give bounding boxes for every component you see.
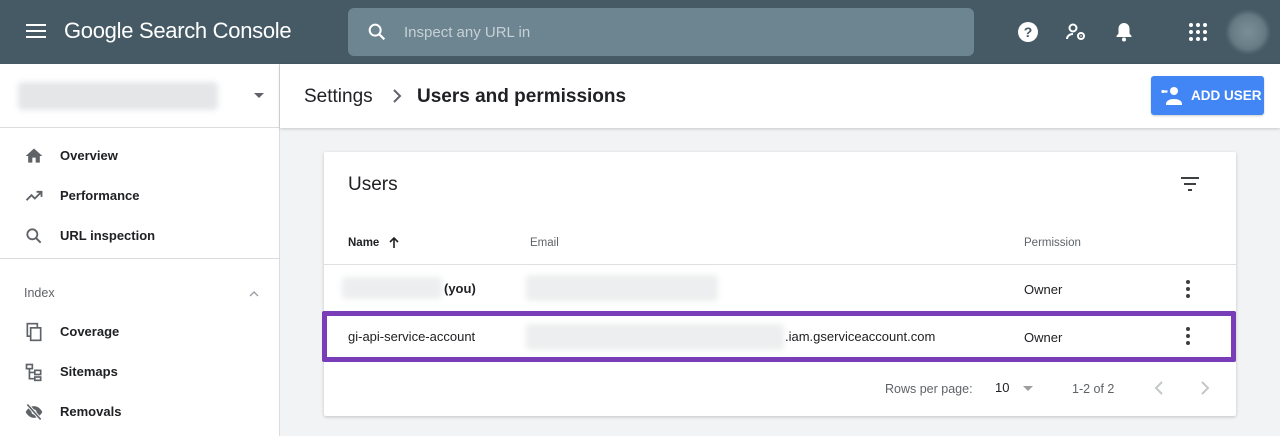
property-selector[interactable] <box>0 64 279 128</box>
more-vert-icon[interactable] <box>1178 324 1198 348</box>
chevron-left-icon[interactable] <box>1150 378 1170 398</box>
permission-cell: Owner <box>1024 330 1063 345</box>
breadcrumb-settings[interactable]: Settings <box>304 86 373 108</box>
row-divider <box>324 361 1236 362</box>
trending-up-icon <box>25 190 43 201</box>
sidebar-item-label: Overview <box>60 148 118 163</box>
apps-grid-icon[interactable] <box>1186 20 1210 44</box>
section-heading-index: Index <box>24 286 55 300</box>
search-input[interactable] <box>404 8 964 56</box>
row-divider <box>324 312 1236 313</box>
email-redacted <box>526 275 718 301</box>
chevron-down-icon <box>254 93 264 98</box>
rows-per-page-label: Rows per page: <box>885 382 973 396</box>
card-title: Users <box>348 174 398 195</box>
help-icon[interactable]: ? <box>1016 20 1040 44</box>
notifications-icon[interactable] <box>1112 20 1136 44</box>
chevron-right-icon[interactable] <box>1194 378 1214 398</box>
email-redacted <box>526 324 784 350</box>
person-add-icon <box>1161 87 1182 105</box>
search-icon <box>26 228 42 244</box>
search-bar[interactable] <box>348 8 974 56</box>
sidebar-item-removals[interactable]: Removals <box>0 392 279 432</box>
sidebar-item-sitemaps[interactable]: Sitemaps <box>0 352 279 392</box>
dropdown-arrow-icon <box>1023 386 1033 391</box>
menu-icon[interactable] <box>24 20 48 44</box>
sidebar-divider <box>0 258 279 259</box>
sidebar-item-label: Removals <box>60 404 122 419</box>
property-name-redacted <box>18 82 218 110</box>
filter-icon[interactable] <box>1178 172 1202 196</box>
manage-accounts-icon[interactable] <box>1064 20 1088 44</box>
rows-per-page-value: 10 <box>995 380 1010 395</box>
sidebar: Overview Performance URL inspection Inde… <box>0 64 280 436</box>
chevron-right-icon <box>393 89 402 103</box>
rows-per-page-select[interactable]: 10 <box>992 380 1040 400</box>
home-icon <box>25 148 43 163</box>
sidebar-item-url-inspection[interactable]: URL inspection <box>0 216 279 256</box>
sidebar-item-label: Coverage <box>60 324 120 339</box>
column-header-email: Email <box>530 237 559 249</box>
user-you-label: (you) <box>444 281 476 296</box>
user-name-cell: gi-api-service-account <box>348 329 476 344</box>
removals-icon <box>25 403 43 421</box>
search-icon <box>368 23 386 41</box>
sidebar-item-overview[interactable]: Overview <box>0 136 279 176</box>
permission-cell: Owner <box>1024 282 1063 297</box>
sidebar-item-label: Performance <box>60 188 140 203</box>
column-header-permission: Permission <box>1024 237 1081 249</box>
sidebar-item-coverage[interactable]: Coverage <box>0 312 279 352</box>
name-redacted <box>342 277 442 299</box>
app-logo[interactable]: Google Search Console <box>64 18 292 44</box>
email-cell: .iam.gserviceaccount.com <box>785 329 936 344</box>
top-app-bar: Google Search Console ? <box>0 0 1280 64</box>
page-header: Settings Users and permissions ADD USER <box>280 64 1280 128</box>
sidebar-item-label: URL inspection <box>60 228 156 243</box>
sidebar-item-label: Sitemaps <box>60 364 118 379</box>
add-user-label: ADD USER <box>1191 88 1262 103</box>
header-divider <box>324 264 1236 265</box>
sitemap-icon <box>25 363 42 382</box>
chevron-up-icon[interactable] <box>246 286 262 302</box>
avatar[interactable] <box>1228 12 1268 52</box>
more-vert-icon[interactable] <box>1178 277 1198 301</box>
users-card: Users Name Email Permission (you) Owner … <box>324 152 1236 416</box>
add-user-button[interactable]: ADD USER <box>1151 76 1264 115</box>
column-header-name[interactable]: Name <box>348 237 379 249</box>
page-title: Users and permissions <box>417 86 627 107</box>
pagination-range: 1-2 of 2 <box>1072 382 1115 396</box>
sidebar-item-performance[interactable]: Performance <box>0 176 279 216</box>
svg-text:?: ? <box>1024 24 1033 40</box>
arrow-up-icon[interactable] <box>387 236 401 250</box>
coverage-icon <box>26 322 42 342</box>
